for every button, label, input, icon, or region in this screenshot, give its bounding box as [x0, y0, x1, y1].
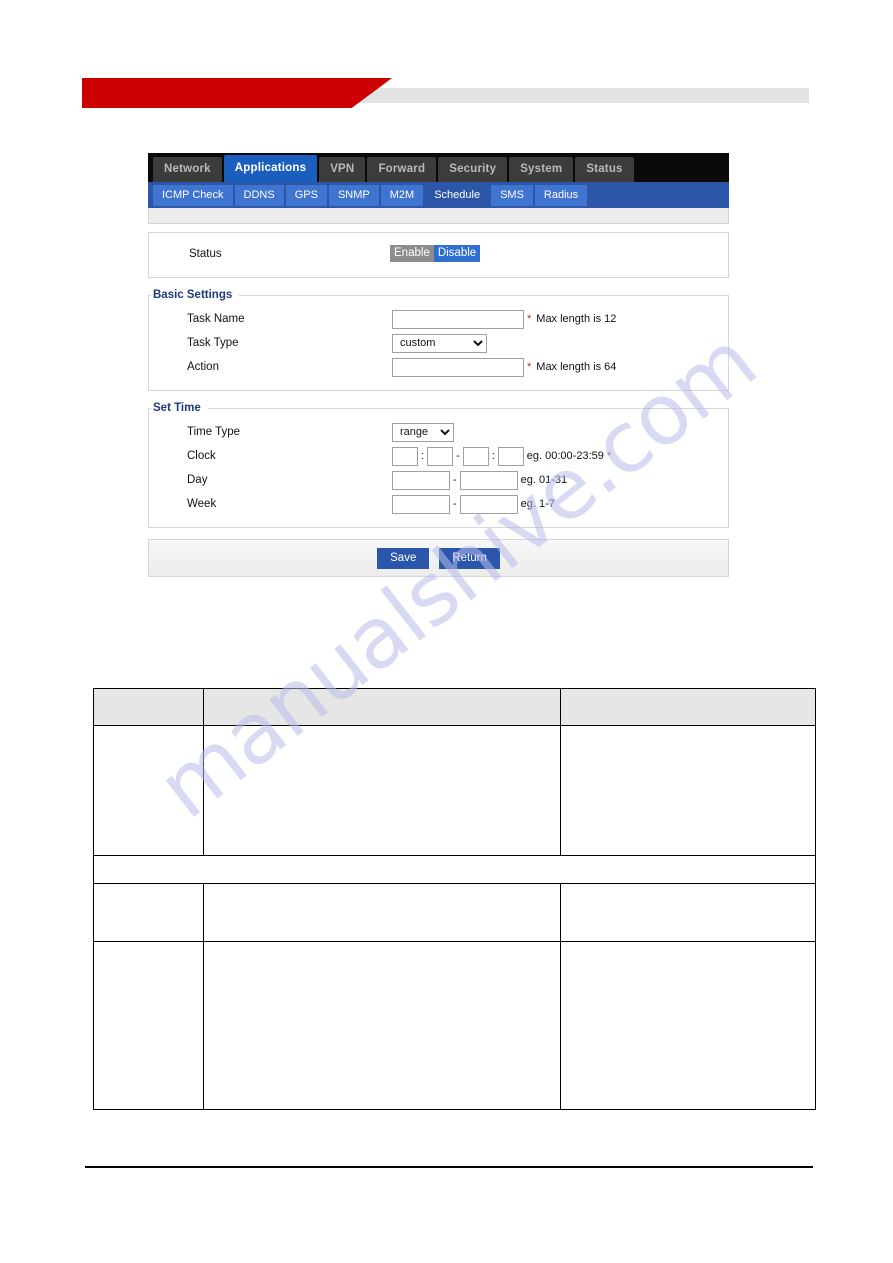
tab-forward[interactable]: Forward: [367, 157, 437, 182]
row-week: Week - eg. 1-7: [149, 492, 728, 516]
status-label: Status: [189, 248, 222, 260]
subtab-snmp[interactable]: SNMP: [328, 184, 379, 206]
main-tab-bar: Network Applications VPN Forward Securit…: [148, 153, 729, 182]
subtab-gps[interactable]: GPS: [285, 184, 327, 206]
week-label: Week: [187, 498, 217, 510]
page-header-banner: [0, 78, 893, 108]
status-toggle-group: Enable Disable: [390, 245, 481, 262]
table-row: [93, 725, 816, 856]
row-clock: Clock : - : eg. 00:00-23:59 *: [149, 444, 728, 468]
table-header-cell-3: [560, 688, 816, 726]
subtab-sms[interactable]: SMS: [491, 184, 533, 206]
action-input[interactable]: [392, 357, 524, 377]
table-row: [93, 883, 816, 942]
table-cell-1: [93, 883, 204, 942]
save-button[interactable]: Save: [377, 547, 430, 569]
table-cell-2: [203, 725, 561, 856]
row-task-type: Task Type custom: [149, 331, 728, 355]
tab-vpn[interactable]: VPN: [319, 157, 366, 182]
set-time-legend: Set Time: [153, 402, 201, 414]
table-cell-3: [560, 725, 816, 856]
day-start-input[interactable]: [392, 470, 450, 490]
time-type-select[interactable]: range: [392, 422, 454, 442]
task-name-input[interactable]: [392, 309, 524, 329]
header-red-bar: [82, 78, 392, 108]
action-label: Action: [187, 361, 219, 373]
clock-range-dash: -: [456, 450, 460, 462]
basic-settings-section: Basic Settings Task Name * Max length is…: [148, 289, 729, 391]
set-time-section: Set Time Time Type range Clock : -: eg.…: [148, 402, 729, 528]
clock-hour-start-input[interactable]: [392, 446, 418, 466]
subtab-ddns[interactable]: DDNS: [234, 184, 284, 206]
clock-colon-2: :: [491, 450, 495, 462]
table-header-cell-1: [93, 688, 204, 726]
parameter-description-table: [93, 688, 816, 1110]
table-cell-3: [560, 883, 816, 942]
table-row-full-span: [93, 855, 816, 884]
subtab-m2m[interactable]: M2M: [380, 184, 424, 206]
subtab-radius[interactable]: Radius: [534, 184, 588, 206]
clock-hint: eg. 00:00-23:59: [526, 450, 604, 462]
action-required-mark: *: [527, 360, 532, 373]
task-type-label: Task Type: [187, 337, 239, 349]
week-hint: eg. 1-7: [520, 498, 555, 510]
return-button[interactable]: Return: [439, 547, 500, 569]
week-start-input[interactable]: [392, 494, 450, 514]
subtab-schedule[interactable]: Schedule: [425, 182, 490, 208]
clock-required-mark: *: [606, 449, 612, 462]
tab-status[interactable]: Status: [575, 157, 634, 182]
content-top-strip: [148, 208, 729, 224]
task-name-hint: Max length is 12: [536, 313, 617, 325]
row-time-type: Time Type range: [149, 420, 728, 444]
table-cell-3: [560, 941, 816, 1110]
status-enable-button[interactable]: Enable: [390, 245, 434, 262]
tab-system[interactable]: System: [509, 157, 574, 182]
clock-colon-1: :: [421, 450, 425, 462]
clock-minute-end-input[interactable]: [497, 446, 524, 466]
sub-tab-bar: ICMP Check DDNS GPS SNMP M2M Schedule SM…: [148, 182, 729, 208]
day-range-dash: -: [453, 474, 457, 486]
row-day: Day - eg. 01-31: [149, 468, 728, 492]
day-label: Day: [187, 474, 208, 486]
week-range-dash: -: [453, 498, 457, 510]
basic-settings-legend: Basic Settings: [153, 289, 233, 301]
tab-security[interactable]: Security: [438, 157, 508, 182]
row-task-name: Task Name * Max length is 12: [149, 307, 728, 331]
table-row: [93, 941, 816, 1110]
status-panel: Status Enable Disable: [148, 232, 729, 278]
task-name-label: Task Name: [187, 313, 245, 325]
tab-network[interactable]: Network: [153, 157, 222, 182]
subtab-icmp-check[interactable]: ICMP Check: [153, 184, 233, 206]
day-end-input[interactable]: [459, 470, 518, 490]
table-cell-span: [93, 855, 816, 884]
table-header-row: [93, 688, 816, 726]
table-header-cell-2: [203, 688, 561, 726]
form-button-bar: Save Return: [148, 539, 729, 577]
clock-label: Clock: [187, 450, 216, 462]
day-hint: eg. 01-31: [520, 474, 568, 486]
footer-divider: [85, 1166, 813, 1168]
clock-hour-end-input[interactable]: [462, 446, 489, 466]
table-cell-2: [203, 941, 561, 1110]
task-type-select[interactable]: custom: [392, 333, 487, 353]
clock-minute-start-input[interactable]: [427, 446, 454, 466]
task-name-required-mark: *: [527, 312, 532, 325]
table-cell-1: [93, 725, 204, 856]
row-action: Action * Max length is 64: [149, 355, 728, 379]
status-disable-button[interactable]: Disable: [433, 245, 481, 262]
table-cell-1: [93, 941, 204, 1110]
action-hint: Max length is 64: [536, 361, 617, 373]
table-cell-2: [203, 883, 561, 942]
time-type-label: Time Type: [187, 426, 241, 438]
router-web-ui: Network Applications VPN Forward Securit…: [148, 153, 729, 577]
tab-applications[interactable]: Applications: [223, 155, 318, 182]
week-end-input[interactable]: [459, 494, 518, 514]
